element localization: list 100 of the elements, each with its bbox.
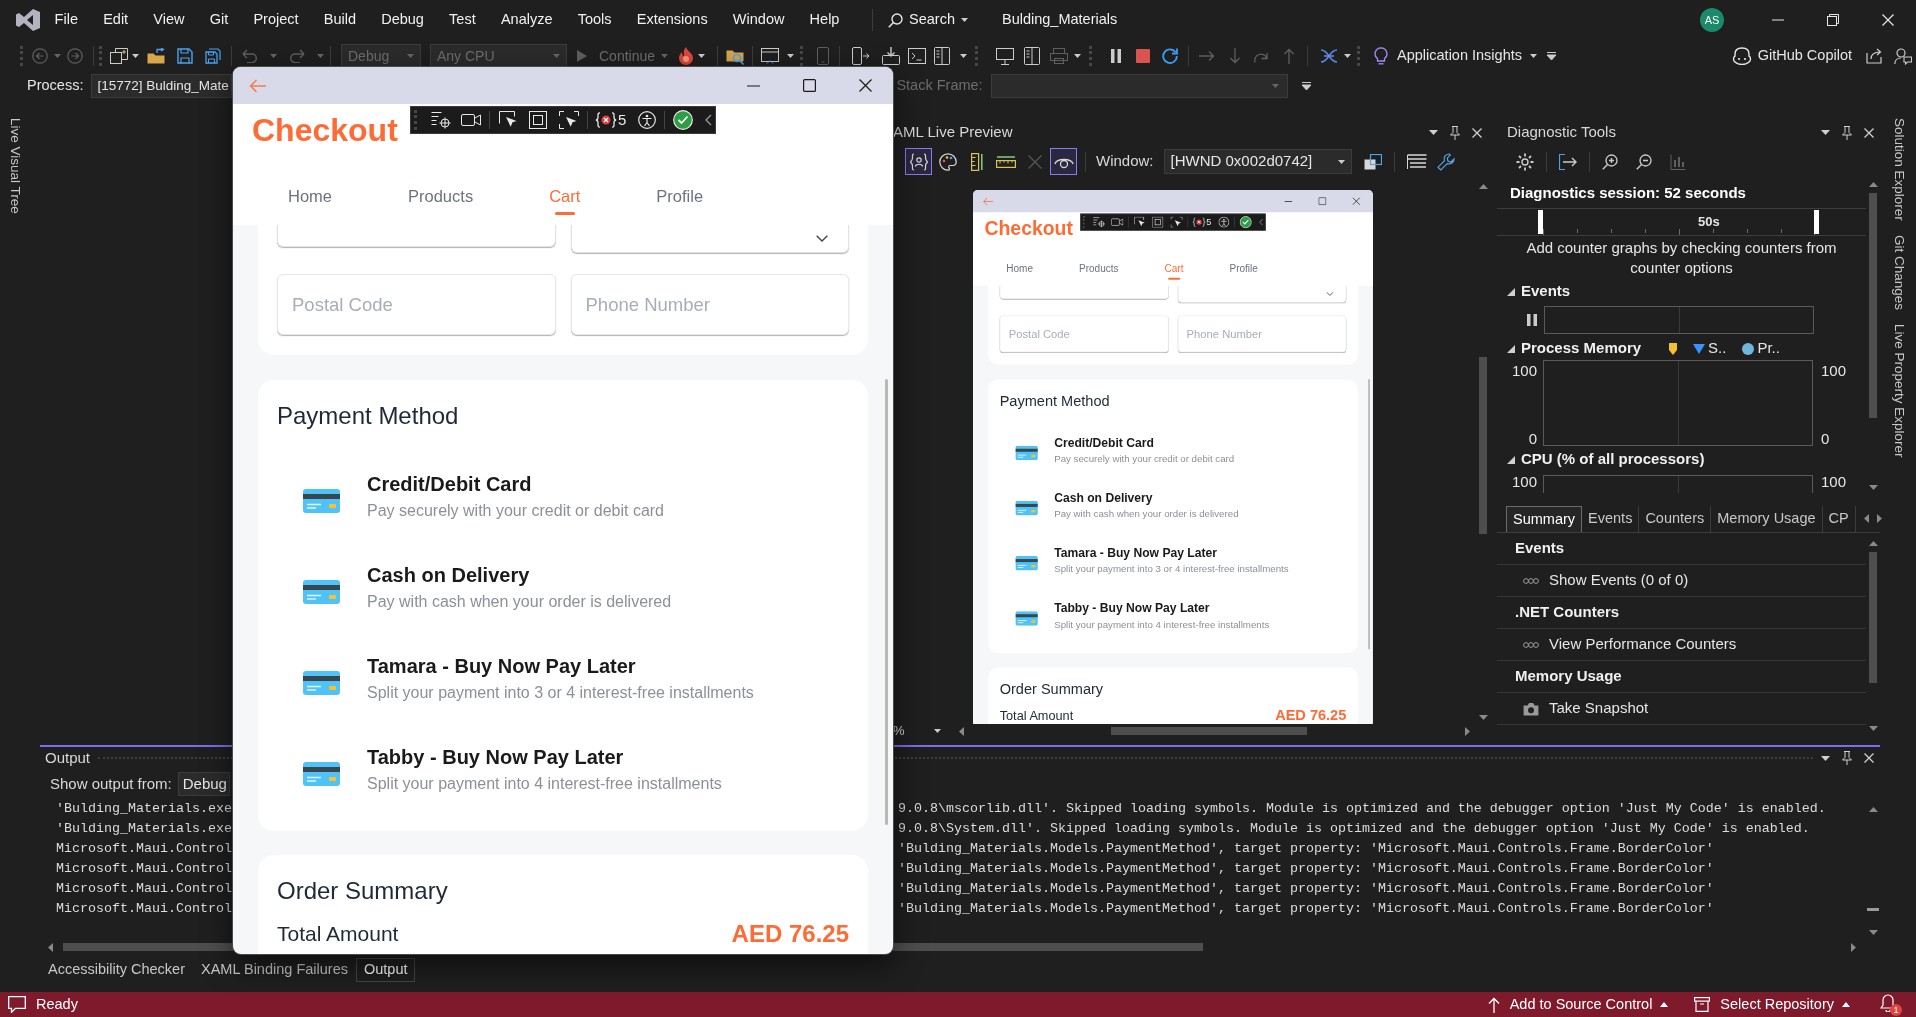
triangle-up-icon[interactable] xyxy=(1868,807,1878,812)
expander-icon[interactable] xyxy=(1507,287,1515,296)
toolbar-button[interactable] xyxy=(1050,148,1077,175)
triangle-right-icon[interactable] xyxy=(1851,942,1856,952)
expander-icon[interactable] xyxy=(1507,344,1515,353)
triangle-left-icon[interactable] xyxy=(48,942,53,952)
wrench-icon[interactable] xyxy=(1436,152,1455,171)
nav-tab[interactable]: Home xyxy=(1006,257,1033,282)
chain-icon[interactable] xyxy=(1523,576,1539,585)
caret-icon[interactable] xyxy=(1074,54,1082,58)
panel-tab[interactable]: Counters xyxy=(1639,506,1712,532)
folder-icon[interactable] xyxy=(147,48,165,64)
text-field[interactable] xyxy=(999,285,1169,300)
text-field[interactable]: Postal Code xyxy=(999,315,1169,353)
text-field[interactable]: Phone Number xyxy=(570,274,849,335)
insights-button[interactable]: Application Insights xyxy=(1397,45,1537,67)
close-icon[interactable] xyxy=(858,79,872,92)
caret-icon[interactable] xyxy=(1337,159,1345,164)
caret-icon[interactable] xyxy=(960,54,968,58)
text-field[interactable]: Phone Number xyxy=(1177,315,1347,353)
binding-errors-button[interactable]: 5 xyxy=(595,108,627,132)
check-circle-icon[interactable] xyxy=(673,110,694,130)
tree-list-icon[interactable] xyxy=(1406,153,1427,170)
menu-item[interactable]: Project xyxy=(240,5,312,35)
nav-tab[interactable]: Profile xyxy=(1229,257,1258,282)
binding-errors-button[interactable]: 5 xyxy=(1192,215,1212,229)
restore-icon[interactable] xyxy=(1826,14,1839,26)
menu-item[interactable]: Help xyxy=(797,5,853,35)
scrollbar-thumb[interactable] xyxy=(1867,908,1879,911)
text-field[interactable]: Postal Code xyxy=(277,274,556,335)
triangle-left-icon[interactable] xyxy=(959,726,964,736)
action-link[interactable]: View Performance Counters xyxy=(1549,633,1737,656)
menu-item[interactable]: Debug xyxy=(368,5,437,35)
text-field[interactable] xyxy=(277,225,556,247)
dropdown-icon[interactable] xyxy=(1821,755,1830,761)
nav-tab[interactable]: Products xyxy=(1079,257,1119,282)
triangle-down-icon[interactable] xyxy=(1868,930,1878,935)
dropdown-field[interactable] xyxy=(570,225,849,253)
chain-icon[interactable] xyxy=(1523,640,1539,649)
bar-chart-icon[interactable] xyxy=(1670,153,1686,170)
menu-item[interactable]: Git xyxy=(197,5,241,35)
triangle-up-icon[interactable] xyxy=(1868,541,1878,546)
menu-item[interactable]: Build xyxy=(311,5,369,35)
bell-icon[interactable] xyxy=(1880,993,1896,1012)
triangle-left-icon[interactable] xyxy=(1863,514,1869,523)
redo-icon[interactable] xyxy=(289,49,305,63)
download-icon[interactable] xyxy=(882,47,901,65)
square-frame-icon[interactable] xyxy=(529,111,547,129)
dropdown-field[interactable] xyxy=(1177,285,1347,303)
action-link[interactable]: Show Events (0 of 0) xyxy=(1549,569,1689,592)
pin-icon[interactable] xyxy=(1842,125,1852,140)
search-icon[interactable] xyxy=(888,12,904,28)
terminal-icon[interactable] xyxy=(908,48,927,64)
video-camera-icon[interactable] xyxy=(461,113,481,127)
scrollbar-thumb[interactable] xyxy=(885,379,888,825)
account-avatar[interactable]: AS xyxy=(1700,8,1724,32)
pin-icon[interactable] xyxy=(1842,751,1852,765)
overflow-icon[interactable] xyxy=(1547,52,1556,60)
caret-icon[interactable] xyxy=(698,54,706,58)
save-all-icon[interactable] xyxy=(205,48,221,64)
forward-icon[interactable] xyxy=(67,48,83,64)
triangle-down-icon[interactable] xyxy=(1868,485,1878,490)
tablet-icon[interactable] xyxy=(934,47,951,65)
caret-up-icon[interactable] xyxy=(1660,1002,1669,1007)
scrollbar-thumb[interactable] xyxy=(1479,357,1487,534)
menu-item[interactable]: Tools xyxy=(565,5,625,35)
caret-icon[interactable] xyxy=(934,729,941,733)
menu-item[interactable]: Window xyxy=(720,5,797,35)
pause-icon[interactable] xyxy=(1110,49,1123,63)
pause-icon[interactable] xyxy=(1527,314,1537,326)
scrollbar-thumb[interactable] xyxy=(63,943,233,951)
list-target-icon[interactable] xyxy=(431,111,451,129)
phone-arrow-icon[interactable] xyxy=(852,47,871,65)
menu-item[interactable]: Edit xyxy=(90,5,141,35)
caret-icon[interactable] xyxy=(1344,54,1352,58)
process-dropdown[interactable]: [15772] Bulding_Mate xyxy=(91,74,233,98)
scrollbar-thumb[interactable] xyxy=(893,943,1203,951)
restart-icon[interactable] xyxy=(1162,48,1179,64)
pin-icon[interactable] xyxy=(1450,125,1460,140)
repository-icon[interactable] xyxy=(1694,997,1711,1012)
overflow-icon[interactable] xyxy=(1301,82,1311,90)
panel-tab[interactable]: Events xyxy=(1582,506,1640,532)
dropdown-icon[interactable] xyxy=(1429,130,1438,135)
side-tab[interactable]: Solution Explorer xyxy=(1888,118,1910,221)
side-tab[interactable]: Live Visual Tree xyxy=(4,118,26,214)
menu-item[interactable]: Test xyxy=(436,5,489,35)
panel-tab[interactable]: XAML Binding Failures xyxy=(193,958,356,982)
minimize-icon[interactable] xyxy=(746,84,760,87)
zoom-out-icon[interactable] xyxy=(1636,153,1652,170)
robot-face-icon[interactable] xyxy=(1731,47,1752,65)
share-icon[interactable] xyxy=(1866,48,1882,64)
output-source-dropdown[interactable]: Debug xyxy=(177,772,230,796)
pointer-select-icon[interactable] xyxy=(499,111,517,129)
triangle-up-icon[interactable] xyxy=(1868,182,1878,187)
triangle-up-icon[interactable] xyxy=(1478,184,1488,189)
source-control-button[interactable]: Add to Source Control xyxy=(1487,993,1669,1016)
maximize-icon[interactable] xyxy=(802,79,816,92)
nav-tab[interactable]: Products xyxy=(408,178,474,218)
ruler-icon[interactable] xyxy=(970,152,983,171)
printer-icon[interactable] xyxy=(1050,48,1069,64)
